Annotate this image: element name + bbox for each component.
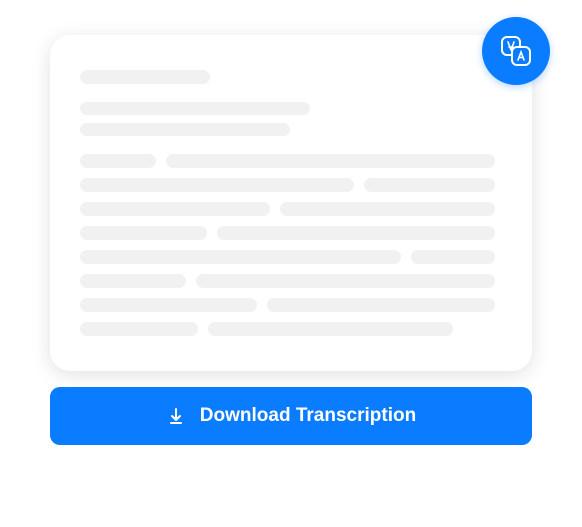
skeleton-title xyxy=(80,70,210,84)
skeleton-bar xyxy=(411,250,495,264)
skeleton-bar xyxy=(267,298,495,312)
skeleton-bar xyxy=(166,154,495,168)
skeleton-bar xyxy=(80,178,354,192)
skeleton-bar xyxy=(80,250,401,264)
skeleton-content xyxy=(80,154,502,336)
skeleton-bar xyxy=(208,322,453,336)
skeleton-bar xyxy=(80,298,257,312)
skeleton-bar xyxy=(280,202,495,216)
skeleton-line xyxy=(80,123,290,136)
skeleton-bar xyxy=(196,274,496,288)
skeleton-bar xyxy=(80,202,270,216)
download-icon xyxy=(166,406,186,426)
download-button-label: Download Transcription xyxy=(200,405,416,427)
skeleton-bar xyxy=(80,322,198,336)
skeleton-bar xyxy=(80,274,186,288)
skeleton-line xyxy=(80,102,310,115)
skeleton-bar xyxy=(80,226,207,240)
transcription-panel: Download Transcription xyxy=(50,35,532,445)
skeleton-bar xyxy=(364,178,495,192)
skeleton-bar xyxy=(80,154,156,168)
transcription-card xyxy=(50,35,532,371)
skeleton-bar xyxy=(217,226,496,240)
translate-badge[interactable] xyxy=(482,17,550,85)
translate-icon xyxy=(498,33,534,69)
download-transcription-button[interactable]: Download Transcription xyxy=(50,387,532,445)
